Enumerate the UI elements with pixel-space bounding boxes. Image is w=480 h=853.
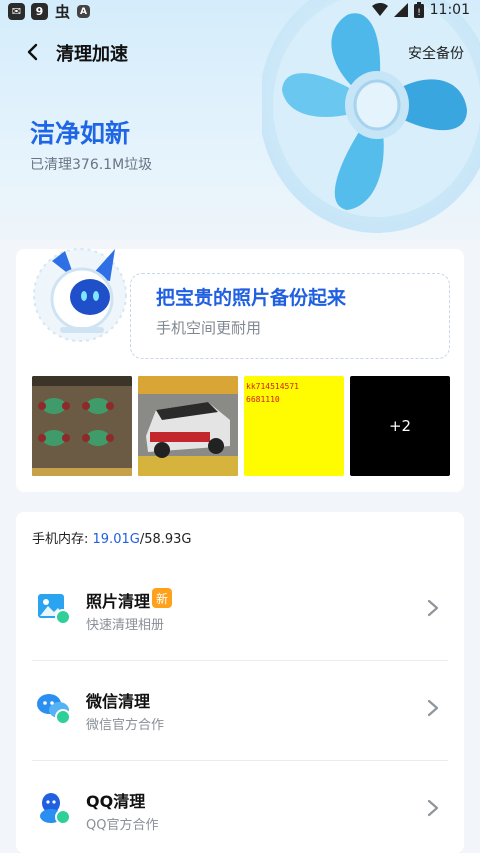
storage-total: /58.93G (139, 532, 192, 547)
fan-illustration (262, 0, 480, 233)
storage-used: 19.01G (92, 532, 140, 547)
photo-thumbnail[interactable] (138, 376, 238, 476)
hero-title: 洁净如新 (30, 119, 131, 148)
backup-card[interactable]: 把宝贵的照片备份起来 手机空间更耐用 kk714514571 6681110 +… (16, 248, 464, 492)
backup-subtitle: 手机空间更耐用 (156, 319, 262, 337)
nine-icon: 9 (31, 3, 48, 20)
race-car-image (138, 376, 238, 476)
svg-text:!: ! (417, 8, 421, 18)
item-title: 微信清理 (86, 692, 151, 711)
safe-backup-button[interactable]: 安全备份 (408, 43, 464, 63)
chevron-left-icon (27, 43, 38, 61)
item-subtitle: 快速清理相册 (86, 618, 165, 633)
list-item-wechat-clean[interactable]: 微信清理 微信官方合作 (16, 660, 464, 760)
item-subtitle: 微信官方合作 (86, 718, 165, 733)
clean-list-card: 手机内存: 19.01G/58.93G 照片清理 新 快速清理相册 微信清理 微… (16, 512, 464, 853)
item-subtitle: QQ官方合作 (86, 818, 159, 833)
battery-icon: ! (413, 2, 424, 18)
qq-clean-icon (40, 793, 71, 825)
poker-tables-image (32, 376, 132, 476)
bug-icon: 虫 (54, 3, 70, 21)
more-count: +2 (388, 417, 412, 435)
chevron-right-icon (427, 699, 439, 717)
chevron-right-icon (427, 599, 439, 617)
new-badge: 新 (152, 588, 172, 608)
signal-icon (393, 3, 408, 17)
list-item-photo-clean[interactable]: 照片清理 新 快速清理相册 (16, 560, 464, 660)
storage-label: 手机内存: (32, 532, 93, 547)
item-title: QQ清理 (86, 792, 146, 811)
photo-thumbnail[interactable]: kk714514571 6681110 (244, 376, 344, 476)
item-title: 照片清理 (86, 592, 151, 611)
list-item-qq-clean[interactable]: QQ清理 QQ官方合作 (16, 760, 464, 853)
more-photos-tile[interactable]: +2 (350, 376, 450, 476)
hero-subtitle: 已清理376.1M垃圾 (30, 157, 153, 173)
chevron-right-icon (427, 799, 439, 817)
page-title: 清理加速 (56, 44, 128, 65)
backup-title: 把宝贵的照片备份起来 (156, 287, 347, 309)
clock: 11:01 (429, 2, 470, 18)
status-bar: ✉ 9 虫 A ! 11:01 (0, 0, 480, 24)
thumbnail-text-line: 6681110 (246, 395, 280, 404)
photo-thumbnails: kk714514571 6681110 +2 (32, 376, 450, 476)
back-button[interactable] (20, 40, 44, 64)
robot-mascot-icon (33, 248, 127, 342)
photo-clean-icon (38, 594, 71, 625)
wechat-clean-icon (37, 694, 71, 725)
photo-thumbnail[interactable] (32, 376, 132, 476)
storage-info: 手机内存: 19.01G/58.93G (32, 528, 191, 547)
font-icon: A (77, 5, 90, 18)
thumbnail-text-line: kk714514571 (246, 382, 299, 391)
chat-notify-icon: ✉ (8, 3, 25, 20)
wifi-icon (371, 3, 388, 16)
